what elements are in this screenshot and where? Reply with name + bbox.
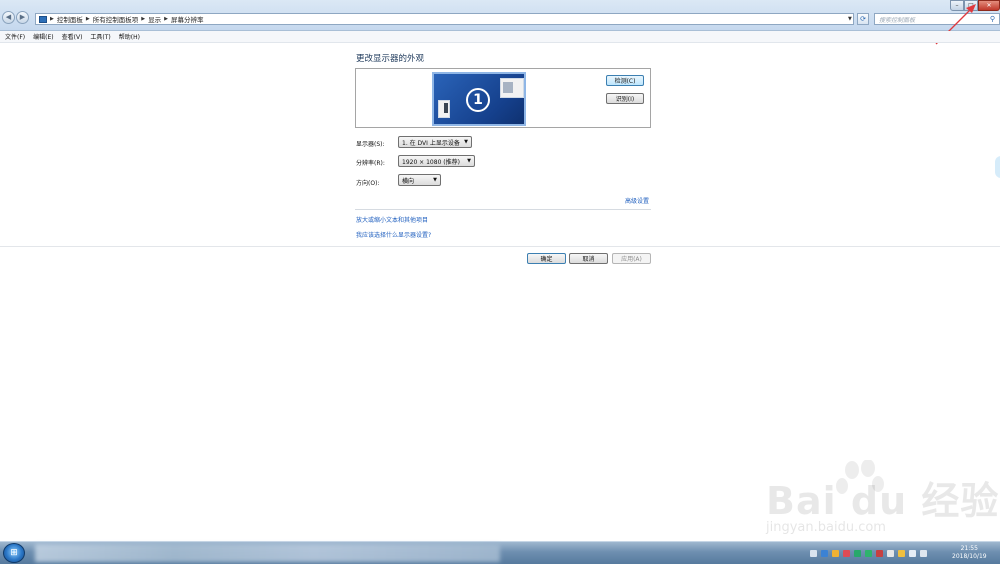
ok-button[interactable]: 确定 xyxy=(527,253,566,264)
taskbar: ⊞ 21:55 2018/10/19 xyxy=(0,541,1000,564)
taskbar-running-apps[interactable] xyxy=(35,544,500,562)
breadcrumb-separator-icon: ▶ xyxy=(141,16,146,22)
preview-tower-icon xyxy=(438,100,450,118)
tray-flag-icon[interactable] xyxy=(821,549,828,557)
resolution-select-value: 1920 × 1080 (推荐) xyxy=(402,158,460,166)
tray-volume-icon[interactable] xyxy=(920,549,927,557)
breadcrumb-separator-icon: ▶ xyxy=(50,16,54,22)
menu-bar: 文件(F) 编辑(E) 查看(V) 工具(T) 帮助(H) xyxy=(0,31,1000,43)
title-bar: ◀ ▶ ▶ 控制面板 ▶ 所有控制面板项 ▶ 显示 ▶ 屏幕分辨率 ▼ ⟳ 搜索… xyxy=(0,0,1000,31)
refresh-icon: ⟳ xyxy=(860,15,866,23)
tray-penguin-icon[interactable] xyxy=(887,549,894,557)
chevron-down-icon: ▼ xyxy=(467,158,471,164)
clock-date: 2018/10/19 xyxy=(952,553,987,560)
breadcrumb-separator-icon: ▶ xyxy=(85,16,90,22)
taskbar-clock[interactable]: 21:55 2018/10/19 xyxy=(952,545,987,561)
tray-antivirus-icon[interactable] xyxy=(876,549,883,557)
preview-window-icon xyxy=(500,78,524,98)
section-divider xyxy=(355,209,651,210)
watermark-logo: Bai du 经验 xyxy=(766,479,1000,523)
which-settings-link[interactable]: 我应该选择什么显示器设置? xyxy=(356,230,431,239)
monitor-number-badge: 1 xyxy=(466,88,490,112)
monitor-preview[interactable]: 1 xyxy=(432,72,526,126)
identify-button[interactable]: 识别(I) xyxy=(606,93,644,104)
forward-arrow-icon: ▶ xyxy=(19,13,26,21)
page-title: 更改显示器的外观 xyxy=(356,54,425,64)
advanced-settings-link[interactable]: 高级设置 xyxy=(625,196,649,205)
resolution-label: 分辨率(R): xyxy=(356,160,385,167)
refresh-button[interactable]: ⟳ xyxy=(857,13,869,25)
display-label: 显示器(S): xyxy=(356,141,385,148)
watermark-url: jingyan.baidu.com xyxy=(766,520,886,535)
system-tray xyxy=(810,547,931,559)
tray-red-icon[interactable] xyxy=(843,549,850,557)
menu-edit[interactable]: 编辑(E) xyxy=(33,32,53,41)
orientation-select-value: 横向 xyxy=(402,177,415,185)
text-size-link[interactable]: 放大或缩小文本和其他项目 xyxy=(356,215,428,224)
control-panel-icon xyxy=(39,15,47,23)
display-select-value: 1. 在 DVI 上显示设备 xyxy=(402,139,460,147)
chevron-down-icon: ▼ xyxy=(433,177,437,183)
cancel-button[interactable]: 取消 xyxy=(569,253,608,264)
breadcrumb-all-items[interactable]: 所有控制面板项 xyxy=(93,14,139,24)
tray-sync-icon[interactable] xyxy=(854,549,861,557)
menu-tools[interactable]: 工具(T) xyxy=(90,32,110,41)
back-arrow-icon: ◀ xyxy=(5,13,12,21)
footer-divider xyxy=(0,246,1000,247)
tray-qq-icon[interactable] xyxy=(898,549,905,557)
back-button[interactable]: ◀ xyxy=(2,11,15,24)
menu-file[interactable]: 文件(F) xyxy=(5,32,25,41)
tray-keyboard-icon[interactable] xyxy=(810,549,817,557)
display-preview-panel: 1 检测(C) 识别(I) xyxy=(355,68,651,128)
clock-time: 21:55 xyxy=(960,545,978,552)
detect-button[interactable]: 检测(C) xyxy=(606,75,644,86)
tray-monitor-icon[interactable] xyxy=(909,549,916,557)
breadcrumb-display[interactable]: 显示 xyxy=(148,14,161,24)
resolution-select[interactable]: 1920 × 1080 (推荐) ▼ xyxy=(398,155,475,167)
side-scroll-tab[interactable] xyxy=(995,156,1000,178)
search-icon[interactable]: ⚲ xyxy=(990,15,995,23)
breadcrumb-screen-resolution[interactable]: 屏幕分辨率 xyxy=(171,14,204,24)
orientation-label: 方向(O): xyxy=(356,180,380,187)
tray-green-icon[interactable] xyxy=(865,549,872,557)
tray-app-icon[interactable] xyxy=(832,549,839,557)
search-placeholder: 搜索控制面板 xyxy=(879,16,916,24)
address-bar[interactable]: ▶ 控制面板 ▶ 所有控制面板项 ▶ 显示 ▶ 屏幕分辨率 xyxy=(35,13,854,25)
chevron-down-icon: ▼ xyxy=(464,139,468,145)
menu-help[interactable]: 帮助(H) xyxy=(119,32,140,41)
breadcrumb-separator-icon: ▶ xyxy=(164,16,168,22)
windows-logo-icon: ⊞ xyxy=(10,548,18,558)
address-dropdown-icon[interactable]: ▼ xyxy=(848,16,852,22)
display-select[interactable]: 1. 在 DVI 上显示设备 ▼ xyxy=(398,136,472,148)
menu-view[interactable]: 查看(V) xyxy=(62,32,83,41)
start-button[interactable]: ⊞ xyxy=(3,543,25,563)
apply-button[interactable]: 应用(A) xyxy=(612,253,651,264)
breadcrumb-control-panel[interactable]: 控制面板 xyxy=(57,14,83,24)
forward-button[interactable]: ▶ xyxy=(16,11,29,24)
orientation-select[interactable]: 横向 ▼ xyxy=(398,174,441,186)
